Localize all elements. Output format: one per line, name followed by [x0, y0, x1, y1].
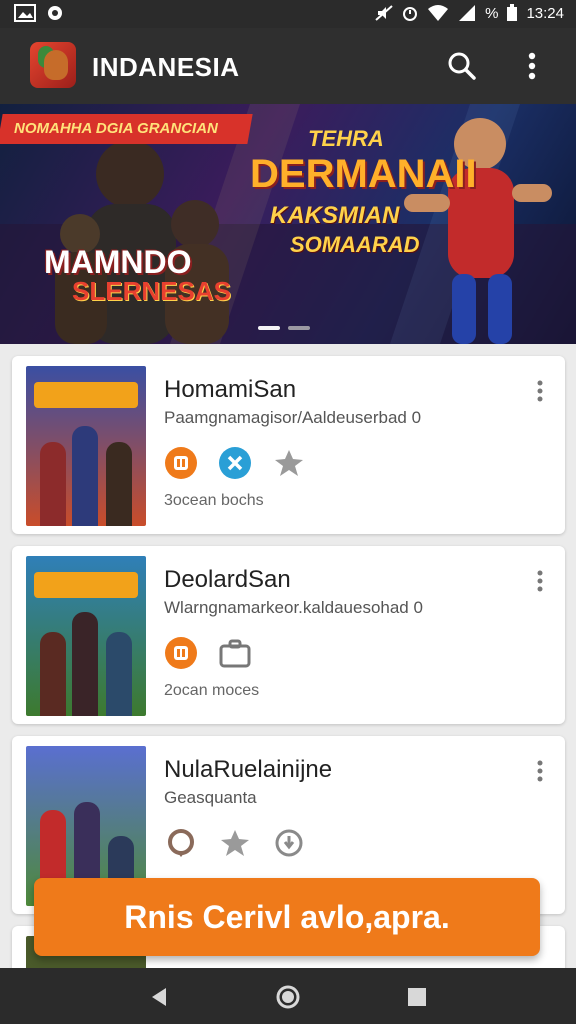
carousel-dot[interactable]	[288, 326, 310, 330]
cta-button[interactable]: Rnis Cerivl avlo,apra.	[34, 878, 540, 956]
search-icon	[448, 52, 476, 80]
app-bar: INDANESIA	[0, 28, 576, 104]
card-thumbnail	[26, 366, 146, 526]
more-vert-icon	[528, 52, 536, 80]
card-title: HomamiSan	[164, 376, 297, 403]
download-icon[interactable]	[272, 826, 306, 860]
tv-icon[interactable]	[164, 446, 198, 480]
card-title: NulaRuelainijne	[164, 756, 333, 783]
home-icon	[276, 985, 300, 1009]
app-logo	[30, 42, 76, 88]
recents-button[interactable]	[402, 982, 432, 1012]
banner-left-subtitle: SLERNESAS	[72, 276, 231, 306]
recents-icon	[408, 988, 426, 1006]
clock: 13:24	[526, 4, 564, 22]
status-bar: % 13:24	[0, 0, 576, 28]
briefcase-icon[interactable]	[218, 636, 252, 670]
close-circle-icon[interactable]	[218, 446, 252, 480]
more-vert-icon	[537, 760, 543, 782]
featured-banner[interactable]: NOMAHHA DGIA GRANCIAN MAMNDO SLERNESAS T…	[0, 104, 576, 344]
banner-right-line3: KAKSMIAN	[270, 202, 400, 229]
star-icon[interactable]	[218, 826, 252, 860]
battery-icon	[507, 4, 518, 21]
carousel-indicator	[258, 326, 310, 330]
wifi-icon	[428, 5, 449, 21]
back-icon	[152, 988, 166, 1006]
battery-percent: %	[485, 4, 499, 22]
more-options-button[interactable]	[512, 46, 552, 86]
signal-icon	[459, 5, 476, 21]
back-button[interactable]	[144, 982, 174, 1012]
card-more-button[interactable]	[525, 376, 555, 406]
mute-icon	[375, 5, 393, 21]
banner-right-line2: DERMANAII	[250, 152, 477, 196]
circle-notification-icon	[48, 6, 62, 20]
more-vert-icon	[537, 380, 543, 402]
list-item[interactable]: HomamiSan Paamgnamagisor/Aaldeuserbad 0 …	[12, 356, 565, 534]
card-more-button[interactable]	[525, 566, 555, 596]
card-subtitle: Paamgnamagisor/Aaldeuserbad 0	[164, 408, 422, 427]
banner-right-line1: TEHRA	[308, 126, 384, 151]
app-title: INDANESIA	[92, 52, 240, 82]
banner-right-line4: SOMAARAD	[290, 232, 420, 257]
card-subtitle: Geasquanta	[164, 788, 257, 807]
home-button[interactable]	[273, 982, 303, 1012]
alarm-icon	[403, 7, 418, 21]
star-icon[interactable]	[272, 446, 306, 480]
chat-icon[interactable]	[164, 826, 198, 860]
system-nav-bar	[0, 968, 576, 1024]
carousel-dot-active[interactable]	[258, 326, 280, 330]
card-more-button[interactable]	[525, 756, 555, 786]
banner-ribbon-text: NOMAHHA DGIA GRANCIAN	[14, 120, 218, 137]
card-meta: 2ocan moces	[164, 682, 260, 699]
tv-icon[interactable]	[164, 636, 198, 670]
gallery-icon	[14, 4, 36, 22]
card-title: DeolardSan	[164, 566, 291, 593]
card-meta: 3ocean bochs	[164, 492, 264, 509]
list-item[interactable]: DeolardSan Wlarngnamarkeor.kaldauesohad …	[12, 546, 565, 724]
search-button[interactable]	[442, 46, 482, 86]
card-subtitle: Wlarngnamarkeor.kaldauesohad 0	[164, 598, 423, 617]
more-vert-icon	[537, 570, 543, 592]
card-thumbnail	[26, 556, 146, 716]
